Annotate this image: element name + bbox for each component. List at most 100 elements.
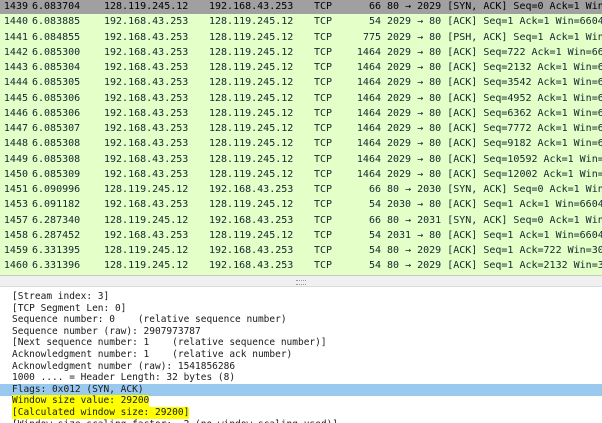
packet-number: 1448 [3, 138, 28, 150]
detail-line[interactable]: [Next sequence number: 1 (relative seque… [0, 337, 602, 349]
packet-row[interactable]: 1446 6.085306 192.168.43.253 128.119.245.12… [0, 105, 602, 121]
packet-source: 128.119.245.12 [104, 245, 189, 256]
detail-line[interactable]: Flags: 0x012 (SYN, ACK) [0, 383, 602, 396]
packet-length: 775 [362, 31, 381, 43]
packet-details-pane[interactable]: [Stream index: 3] [TCP Segment Len: 0] Seq… [0, 287, 602, 423]
packet-protocol: TCP [314, 92, 333, 104]
packet-row[interactable]: 1444 6.085305 192.168.43.253 128.119.245.12… [0, 75, 602, 91]
packet-number: 1445 [3, 92, 28, 104]
packet-time: 6.083704 [32, 1, 81, 12]
packet-row[interactable]: 1449 6.085308 192.168.43.253 128.119.245.12… [0, 151, 602, 167]
packet-info: 2029 → 80 [ACK] Seq=2132 Ack=1 Win=66048… [387, 62, 602, 73]
packet-destination: 128.119.245.12 [209, 199, 294, 211]
detail-line[interactable]: Acknowledgment number: 1 (relative ack n… [0, 349, 602, 361]
packet-length: 54 [368, 16, 381, 28]
packet-protocol: TCP [314, 77, 333, 89]
packet-row[interactable]: 1460 6.331396 128.119.245.12 192.168.43.253… [0, 258, 602, 274]
packet-length: 66 [368, 1, 381, 12]
packet-destination: 128.119.245.12 [209, 77, 294, 89]
packet-length: 1464 [356, 46, 381, 58]
packet-info: 2029 → 80 [ACK] Seq=9182 Ack=1 Win=66048… [387, 138, 602, 150]
packet-row[interactable]: 1450 6.085309 192.168.43.253 128.119.245.12… [0, 166, 602, 182]
packet-destination: 128.119.245.12 [209, 138, 294, 150]
packet-row[interactable]: 1440 6.083885 192.168.43.253 128.119.245.12… [0, 14, 602, 30]
packet-destination: 192.168.43.253 [209, 245, 294, 256]
packet-time: 6.090996 [32, 184, 81, 195]
packet-number: 1459 [3, 245, 28, 256]
packet-info: 80 → 2029 [SYN, ACK] Seq=0 Ack=1 Win=292… [387, 1, 602, 12]
detail-line[interactable]: Sequence number: 0 (relative sequence nu… [0, 314, 602, 326]
packet-row[interactable]: 1448 6.085308 192.168.43.253 128.119.245.12… [0, 136, 602, 152]
packet-source: 192.168.43.253 [104, 46, 189, 58]
packet-protocol: TCP [314, 168, 333, 180]
packet-list[interactable]: 1439 6.083704 128.119.245.12 192.168.43.253… [0, 0, 602, 275]
detail-line[interactable]: [Stream index: 3] [0, 291, 602, 303]
packet-row[interactable]: 1443 6.085304 192.168.43.253 128.119.245.12… [0, 60, 602, 75]
packet-source: 192.168.43.253 [104, 168, 189, 180]
packet-length: 54 [368, 245, 381, 256]
packet-destination: 128.119.245.12 [209, 123, 294, 134]
detail-text: [Next sequence number: 1 (relative seque… [12, 337, 327, 349]
packet-protocol: TCP [314, 260, 333, 272]
packet-info: 2029 → 80 [ACK] Seq=4952 Ack=1 Win=66048… [387, 92, 602, 104]
packet-destination: 128.119.245.12 [209, 31, 294, 43]
detail-line[interactable]: 1000 .... = Header Length: 32 bytes (8) [0, 372, 602, 384]
packet-number: 1440 [3, 16, 28, 28]
packet-protocol: TCP [314, 199, 333, 211]
packet-number: 1441 [3, 31, 28, 43]
packet-row[interactable]: 1457 6.287340 128.119.245.12 192.168.43.253… [0, 212, 602, 228]
packet-source: 192.168.43.253 [104, 31, 189, 43]
packet-length: 1464 [356, 168, 381, 180]
packet-protocol: TCP [314, 123, 333, 134]
detail-line[interactable]: [TCP Segment Len: 0] [0, 303, 602, 315]
detail-line[interactable]: Sequence number (raw): 2907973787 [0, 326, 602, 338]
packet-protocol: TCP [314, 229, 333, 241]
packet-destination: 128.119.245.12 [209, 107, 294, 119]
packet-info: 2029 → 80 [ACK] Seq=722 Ack=1 Win=66048 … [387, 46, 602, 58]
packet-row[interactable]: 1458 6.287452 192.168.43.253 128.119.245.12… [0, 227, 602, 243]
packet-row[interactable]: 1439 6.083704 128.119.245.12 192.168.43.253… [0, 0, 602, 14]
packet-row[interactable]: 1441 6.084855 192.168.43.253 128.119.245.12… [0, 29, 602, 45]
detail-text: Acknowledgment number (raw): 1541856286 [12, 360, 236, 372]
packet-destination: 128.119.245.12 [209, 92, 294, 104]
detail-text: 1000 .... = Header Length: 32 bytes (8) [12, 372, 236, 384]
packet-number: 1449 [3, 153, 28, 165]
packet-row[interactable]: 1445 6.085306 192.168.43.253 128.119.245.12… [0, 90, 602, 106]
detail-line[interactable]: Acknowledgment number (raw): 1541856286 [0, 361, 602, 373]
packet-time: 6.085306 [32, 107, 81, 119]
packet-info: 2029 → 80 [ACK] Seq=10592 Ack=1 Win=6604… [387, 153, 602, 165]
pane-splitter[interactable] [0, 275, 602, 287]
packet-protocol: TCP [314, 1, 333, 12]
detail-line[interactable]: [Window size scaling factor: -2 (no wind… [0, 419, 602, 423]
packet-number: 1453 [3, 199, 28, 211]
packet-protocol: TCP [314, 138, 333, 150]
packet-protocol: TCP [314, 245, 333, 256]
packet-time: 6.085307 [32, 123, 81, 134]
packet-row[interactable]: 1451 6.090996 128.119.245.12 192.168.43.253… [0, 182, 602, 197]
packet-source: 192.168.43.253 [104, 16, 189, 28]
packet-length: 54 [368, 199, 381, 211]
packet-number: 1442 [3, 46, 28, 58]
detail-line[interactable]: Window size value: 29200 [0, 395, 602, 408]
detail-line[interactable]: [Calculated window size: 29200] [0, 407, 602, 419]
packet-row[interactable]: 1459 6.331395 128.119.245.12 192.168.43.253… [0, 243, 602, 258]
packet-row[interactable]: 1447 6.085307 192.168.43.253 128.119.245.12… [0, 121, 602, 136]
packet-protocol: TCP [314, 153, 333, 165]
packet-destination: 128.119.245.12 [209, 229, 294, 241]
packet-number: 1443 [3, 62, 28, 73]
packet-source: 128.119.245.12 [104, 1, 189, 12]
packet-protocol: TCP [314, 62, 333, 73]
packet-length: 54 [368, 260, 381, 272]
packet-row[interactable]: 1442 6.085300 192.168.43.253 128.119.245.12… [0, 44, 602, 60]
packet-destination: 192.168.43.253 [209, 1, 294, 12]
packet-length: 1464 [356, 153, 381, 165]
packet-time: 6.085309 [32, 168, 81, 180]
packet-row[interactable]: 1453 6.091182 192.168.43.253 128.119.245.12… [0, 197, 602, 213]
detail-text: [TCP Segment Len: 0] [12, 302, 127, 314]
packet-time: 6.085308 [32, 153, 81, 165]
packet-number: 1450 [3, 168, 28, 180]
packet-source: 128.119.245.12 [104, 184, 189, 195]
packet-info: 80 → 2031 [SYN, ACK] Seq=0 Ack=1 Win=292… [387, 214, 602, 226]
packet-source: 128.119.245.12 [104, 214, 189, 226]
packet-source: 192.168.43.253 [104, 92, 189, 104]
